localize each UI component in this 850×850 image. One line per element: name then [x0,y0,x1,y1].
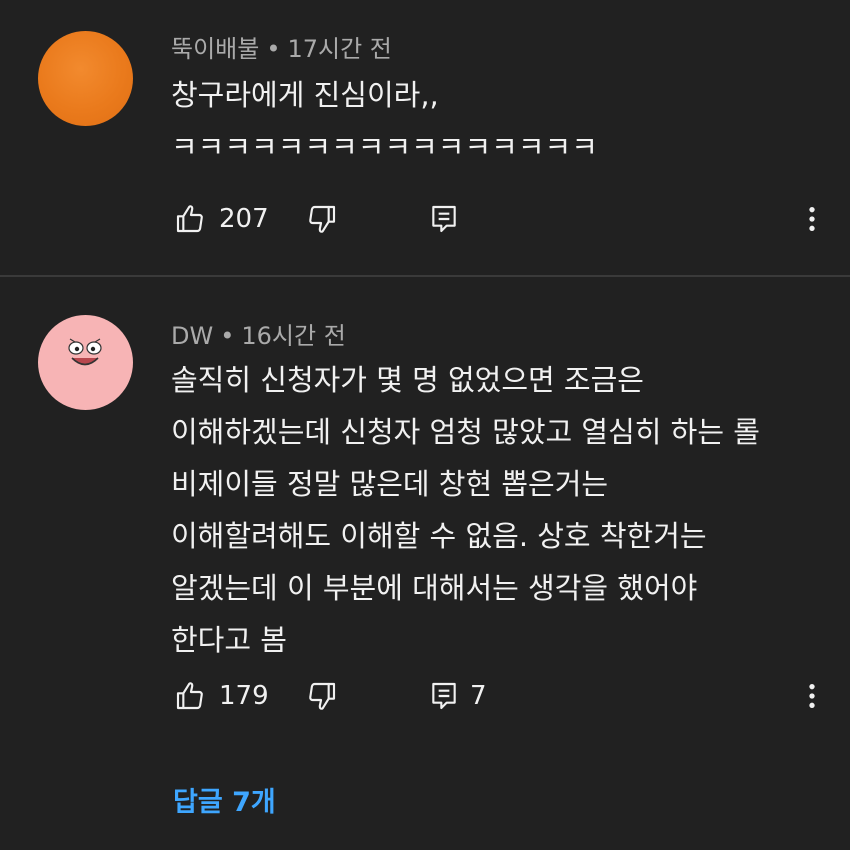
comment-meta: 뚝이배불 • 17시간 전 [171,29,392,64]
comment-line: 창구라에게 진심이라,, [171,78,439,112]
thumbs-up-icon [176,682,203,710]
thumbs-down-icon [309,205,336,233]
reply-count: 7 [470,681,487,711]
comment-time[interactable]: 17시간 전 [287,35,391,63]
comment-line: 이해하겠는데 신청자 엄청 많았고 열심히 하는 롤 [171,415,760,449]
view-replies-link[interactable]: 답글 7개 [173,780,276,819]
reply-button[interactable] [428,203,460,235]
avatar[interactable] [38,31,133,126]
comment-time[interactable]: 16시간 전 [241,322,345,350]
dislike-button[interactable] [306,680,338,712]
comment-line: 솔직히 신청자가 몇 명 없었으면 조금은 [171,363,644,397]
comment-text: 솔직히 신청자가 몇 명 없었으면 조금은 이해하겠는데 신청자 엄청 많았고 … [171,354,760,666]
reply-icon [432,682,456,710]
like-count: 179 [219,681,269,711]
like-count: 207 [219,204,269,234]
separator-dot: • [266,35,281,63]
more-options-button[interactable] [796,680,828,712]
separator-dot: • [220,322,235,350]
like-button[interactable] [174,680,206,712]
patrick-face-icon [68,338,102,366]
comment-actions: 179 7 [0,676,850,716]
comment-line: 알겠는데 이 부분에 대해서는 생각을 했어야 [171,571,698,605]
comment-actions: 207 [0,199,850,239]
comment-line: 한다고 봄 [171,623,287,657]
comment-meta: DW • 16시간 전 [171,316,346,351]
dislike-button[interactable] [306,203,338,235]
comment-item: DW • 16시간 전 솔직히 신청자가 몇 명 없었으면 조금은 이해하겠는데 신… [0,277,850,850]
like-button[interactable] [174,203,206,235]
more-vert-icon [809,684,815,708]
comment-line: 비제이들 정말 많은데 창현 뽑은거는 [171,467,609,501]
comments-page: 뚝이배불 • 17시간 전 창구라에게 진심이라,, ㅋㅋㅋㅋㅋㅋㅋㅋㅋㅋㅋㅋㅋㅋㅋ… [0,0,850,850]
more-options-button[interactable] [796,203,828,235]
reply-button[interactable] [428,680,460,712]
avatar[interactable] [38,315,133,410]
reply-icon [432,205,456,233]
comment-author[interactable]: DW [171,322,213,350]
comment-line: 이해할려해도 이해할 수 없음. 상호 착한거는 [171,519,707,553]
thumbs-down-icon [309,682,336,710]
comment-line: ㅋㅋㅋㅋㅋㅋㅋㅋㅋㅋㅋㅋㅋㅋㅋㅋ [171,130,598,164]
comment-author[interactable]: 뚝이배불 [171,35,259,63]
more-vert-icon [809,207,815,231]
comment-text: 창구라에게 진심이라,, ㅋㅋㅋㅋㅋㅋㅋㅋㅋㅋㅋㅋㅋㅋㅋㅋ [171,69,598,173]
thumbs-up-icon [176,205,203,233]
comment-item: 뚝이배불 • 17시간 전 창구라에게 진심이라,, ㅋㅋㅋㅋㅋㅋㅋㅋㅋㅋㅋㅋㅋㅋㅋ… [0,0,850,276]
